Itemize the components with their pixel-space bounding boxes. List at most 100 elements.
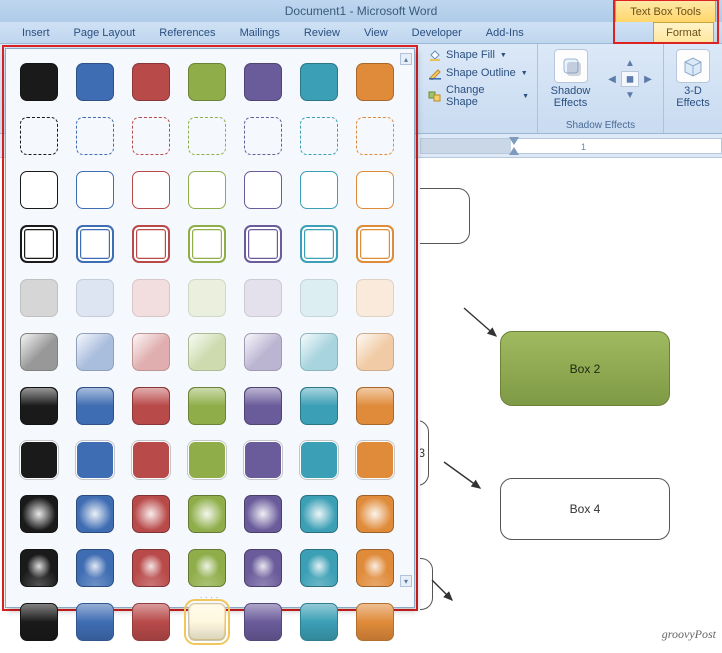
- style-swatch[interactable]: [20, 225, 58, 263]
- style-swatch[interactable]: [244, 225, 282, 263]
- style-swatch[interactable]: [188, 549, 226, 587]
- style-swatch[interactable]: [76, 171, 114, 209]
- style-swatch[interactable]: [132, 279, 170, 317]
- style-swatch[interactable]: [356, 495, 394, 533]
- style-swatch[interactable]: [76, 333, 114, 371]
- style-swatch[interactable]: [20, 387, 58, 425]
- style-swatch[interactable]: [132, 171, 170, 209]
- style-swatch[interactable]: [132, 441, 170, 479]
- horizontal-ruler[interactable]: 1: [420, 138, 722, 154]
- style-swatch[interactable]: [244, 495, 282, 533]
- style-swatch[interactable]: [244, 441, 282, 479]
- scroll-down-button[interactable]: ▾: [400, 575, 412, 587]
- tab-insert[interactable]: Insert: [10, 23, 62, 43]
- style-swatch[interactable]: [132, 225, 170, 263]
- style-swatch[interactable]: [244, 549, 282, 587]
- style-swatch[interactable]: [20, 63, 58, 101]
- style-swatch[interactable]: [300, 63, 338, 101]
- style-swatch[interactable]: [300, 117, 338, 155]
- style-swatch[interactable]: [188, 117, 226, 155]
- style-swatch[interactable]: [356, 603, 394, 641]
- style-swatch[interactable]: [356, 387, 394, 425]
- style-swatch[interactable]: [356, 279, 394, 317]
- style-swatch[interactable]: [76, 63, 114, 101]
- style-swatch[interactable]: [356, 441, 394, 479]
- tab-page-layout[interactable]: Page Layout: [62, 23, 148, 43]
- style-swatch[interactable]: [20, 333, 58, 371]
- style-swatch[interactable]: [188, 495, 226, 533]
- style-swatch[interactable]: [20, 117, 58, 155]
- nudge-left-button[interactable]: ◀: [603, 71, 621, 87]
- style-swatch[interactable]: [132, 603, 170, 641]
- style-swatch[interactable]: [244, 333, 282, 371]
- style-swatch[interactable]: [244, 117, 282, 155]
- tab-developer[interactable]: Developer: [400, 23, 474, 43]
- style-swatch[interactable]: [188, 603, 226, 641]
- style-swatch[interactable]: [300, 225, 338, 263]
- shape-fill-button[interactable]: Shape Fill ▼: [426, 47, 531, 63]
- style-swatch[interactable]: [188, 63, 226, 101]
- nudge-center-button[interactable]: ◼: [621, 71, 639, 87]
- style-swatch[interactable]: [76, 603, 114, 641]
- tab-view[interactable]: View: [352, 23, 400, 43]
- style-swatch[interactable]: [20, 171, 58, 209]
- style-swatch[interactable]: [76, 387, 114, 425]
- resize-handle[interactable]: ····: [199, 592, 220, 603]
- style-swatch[interactable]: [188, 279, 226, 317]
- flowchart-box-3[interactable]: 3: [420, 420, 429, 486]
- style-swatch[interactable]: [356, 171, 394, 209]
- style-swatch[interactable]: [356, 549, 394, 587]
- style-swatch[interactable]: [20, 603, 58, 641]
- 3d-effects-button[interactable]: 3-D Effects: [670, 47, 716, 111]
- nudge-up-button[interactable]: ▲: [621, 55, 639, 71]
- style-swatch[interactable]: [356, 225, 394, 263]
- style-swatch[interactable]: [356, 333, 394, 371]
- style-swatch[interactable]: [132, 549, 170, 587]
- style-swatch[interactable]: [244, 387, 282, 425]
- style-swatch[interactable]: [244, 279, 282, 317]
- style-swatch[interactable]: [356, 117, 394, 155]
- style-swatch[interactable]: [300, 279, 338, 317]
- tab-add-ins[interactable]: Add-Ins: [474, 23, 536, 43]
- style-swatch[interactable]: [20, 441, 58, 479]
- style-swatch[interactable]: [132, 333, 170, 371]
- nudge-down-button[interactable]: ▼: [621, 87, 639, 103]
- style-swatch[interactable]: [188, 441, 226, 479]
- style-swatch[interactable]: [188, 225, 226, 263]
- style-swatch[interactable]: [300, 441, 338, 479]
- style-swatch[interactable]: [20, 495, 58, 533]
- tab-review[interactable]: Review: [292, 23, 352, 43]
- style-swatch[interactable]: [76, 117, 114, 155]
- style-swatch[interactable]: [132, 495, 170, 533]
- document-canvas[interactable]: Box 2 3 Box 4: [420, 158, 722, 646]
- style-swatch[interactable]: [188, 387, 226, 425]
- style-swatch[interactable]: [188, 333, 226, 371]
- style-swatch[interactable]: [300, 387, 338, 425]
- style-swatch[interactable]: [76, 279, 114, 317]
- flowchart-box[interactable]: [420, 188, 470, 244]
- style-swatch[interactable]: [132, 387, 170, 425]
- style-swatch[interactable]: [76, 225, 114, 263]
- style-swatch[interactable]: [76, 441, 114, 479]
- shape-outline-button[interactable]: Shape Outline ▼: [426, 65, 531, 81]
- style-swatch[interactable]: [300, 171, 338, 209]
- style-swatch[interactable]: [356, 63, 394, 101]
- tab-format[interactable]: Format: [653, 22, 714, 44]
- hanging-indent-marker[interactable]: [509, 147, 519, 155]
- style-swatch[interactable]: [132, 117, 170, 155]
- style-swatch[interactable]: [244, 63, 282, 101]
- style-swatch[interactable]: [300, 333, 338, 371]
- tab-references[interactable]: References: [147, 23, 227, 43]
- tab-mailings[interactable]: Mailings: [228, 23, 292, 43]
- style-swatch[interactable]: [132, 63, 170, 101]
- style-swatch[interactable]: [300, 603, 338, 641]
- style-swatch[interactable]: [244, 603, 282, 641]
- flowchart-box-2[interactable]: Box 2: [500, 331, 670, 406]
- style-swatch[interactable]: [188, 171, 226, 209]
- scroll-up-button[interactable]: ▴: [400, 53, 412, 65]
- change-shape-button[interactable]: Change Shape ▼: [426, 83, 531, 109]
- style-swatch[interactable]: [20, 549, 58, 587]
- style-swatch[interactable]: [76, 495, 114, 533]
- first-line-indent-marker[interactable]: [509, 137, 519, 145]
- style-swatch[interactable]: [244, 171, 282, 209]
